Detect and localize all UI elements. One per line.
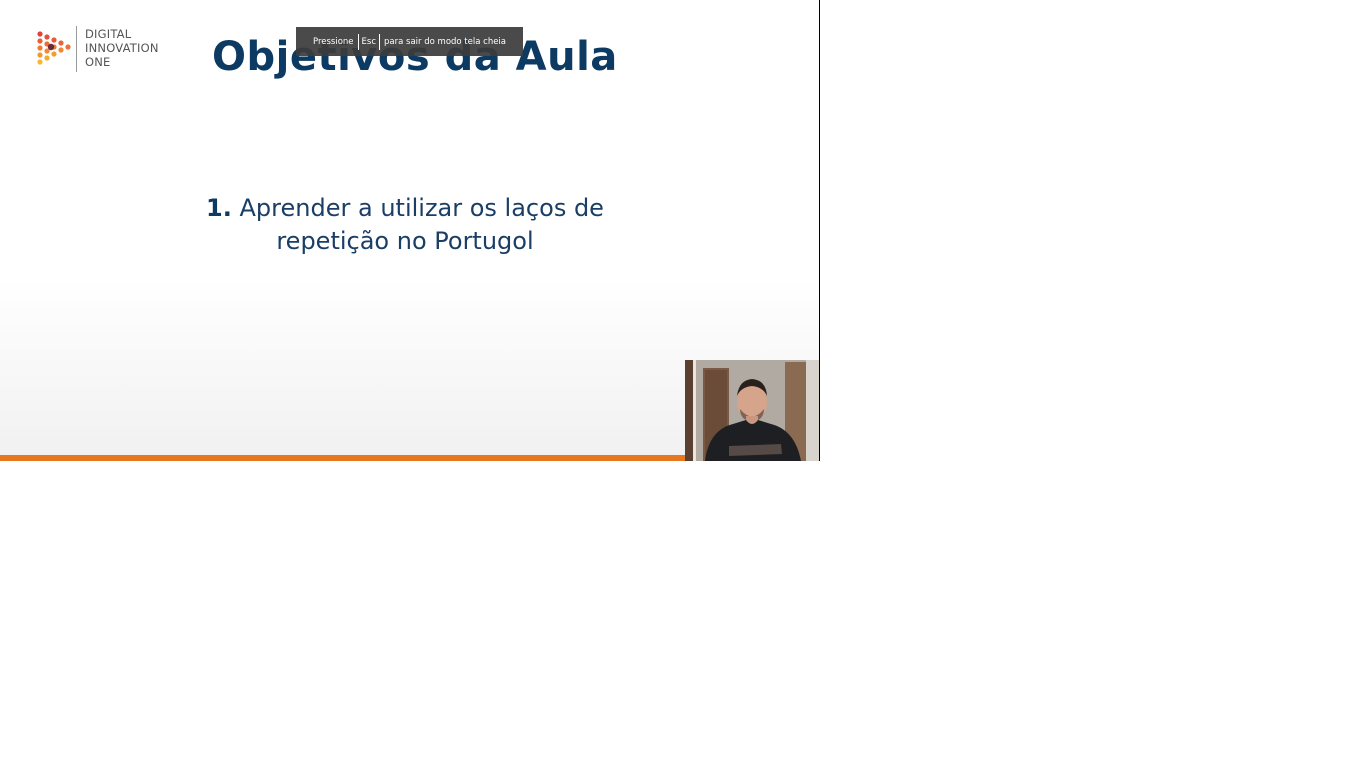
fullscreen-stage: DIGITAL INNOVATION ONE Objetivos da Aula… [0,0,1366,768]
presenter-webcam [685,360,819,461]
objective-item: 1. Aprender a utilizar os laços de repet… [205,192,605,258]
logo-dots-icon [37,31,71,65]
logo-line-1: DIGITAL [85,27,132,41]
logo-divider [76,26,77,72]
notice-suffix: para sair do modo tela cheia [384,36,507,47]
notice-prefix: Pressione [312,36,354,47]
logo-wordmark: DIGITAL INNOVATION ONE [85,27,159,69]
logo-line-2: INNOVATION [85,41,159,55]
fullscreen-exit-notice: Pressione Esc para sair do modo tela che… [296,27,523,56]
objective-text: Aprender a utilizar os laços de repetiçã… [239,194,604,255]
esc-key-hint: Esc [357,33,381,50]
digital-innovation-one-logo: DIGITAL INNOVATION ONE [36,26,176,72]
logo-line-3: ONE [85,55,111,69]
presenter-video-frame [685,360,819,461]
video-player[interactable]: DIGITAL INNOVATION ONE Objetivos da Aula… [0,0,820,461]
objective-number: 1. [206,194,232,222]
